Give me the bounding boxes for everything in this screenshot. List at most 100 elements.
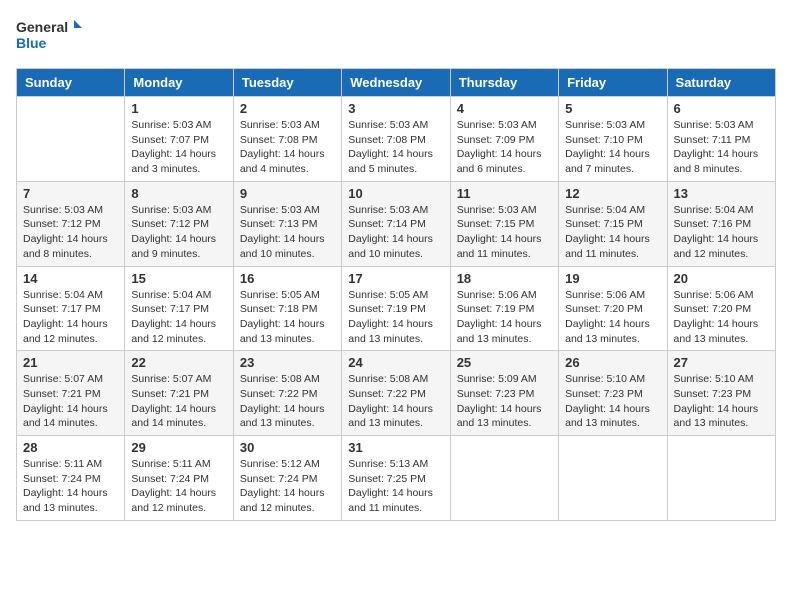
- day-number: 18: [457, 271, 552, 286]
- day-info: Sunrise: 5:04 AM Sunset: 7:16 PM Dayligh…: [674, 203, 769, 262]
- calendar-cell: 12 Sunrise: 5:04 AM Sunset: 7:15 PM Dayli…: [559, 181, 667, 266]
- calendar-cell: [559, 436, 667, 521]
- day-number: 5: [565, 101, 660, 116]
- day-number: 24: [348, 355, 443, 370]
- day-number: 6: [674, 101, 769, 116]
- page-header: General Blue: [16, 16, 776, 58]
- calendar-cell: 21 Sunrise: 5:07 AM Sunset: 7:21 PM Dayli…: [17, 351, 125, 436]
- col-header-monday: Monday: [125, 69, 233, 97]
- day-info: Sunrise: 5:04 AM Sunset: 7:17 PM Dayligh…: [131, 288, 226, 347]
- calendar-cell: 8Sunrise: 5:03 AM Sunset: 7:12 PM Daylig…: [125, 181, 233, 266]
- calendar-cell: 20 Sunrise: 5:06 AM Sunset: 7:20 PM Dayli…: [667, 266, 775, 351]
- calendar-cell: 16 Sunrise: 5:05 AM Sunset: 7:18 PM Dayli…: [233, 266, 341, 351]
- calendar-cell: 17 Sunrise: 5:05 AM Sunset: 7:19 PM Dayli…: [342, 266, 450, 351]
- day-info: Sunrise: 5:03 AM Sunset: 7:09 PM Dayligh…: [457, 118, 552, 177]
- calendar-week-row: 14 Sunrise: 5:04 AM Sunset: 7:17 PM Dayli…: [17, 266, 776, 351]
- day-info: Sunrise: 5:03 AM Sunset: 7:13 PM Dayligh…: [240, 203, 335, 262]
- day-info: Sunrise: 5:06 AM Sunset: 7:20 PM Dayligh…: [674, 288, 769, 347]
- day-info: Sunrise: 5:10 AM Sunset: 7:23 PM Dayligh…: [674, 372, 769, 431]
- day-info: Sunrise: 5:03 AM Sunset: 7:14 PM Dayligh…: [348, 203, 443, 262]
- day-number: 27: [674, 355, 769, 370]
- day-number: 12: [565, 186, 660, 201]
- day-number: 23: [240, 355, 335, 370]
- day-info: Sunrise: 5:03 AM Sunset: 7:10 PM Dayligh…: [565, 118, 660, 177]
- calendar-cell: [450, 436, 558, 521]
- day-number: 11: [457, 186, 552, 201]
- calendar-cell: 3 Sunrise: 5:03 AM Sunset: 7:08 PM Daylig…: [342, 97, 450, 182]
- day-number: 26: [565, 355, 660, 370]
- calendar-cell: 4 Sunrise: 5:03 AM Sunset: 7:09 PM Daylig…: [450, 97, 558, 182]
- calendar-cell: 30Sunrise: 5:12 AM Sunset: 7:24 PM Dayli…: [233, 436, 341, 521]
- day-info: Sunrise: 5:10 AM Sunset: 7:23 PM Dayligh…: [565, 372, 660, 431]
- day-number: 7: [23, 186, 118, 201]
- calendar-cell: 9 Sunrise: 5:03 AM Sunset: 7:13 PM Daylig…: [233, 181, 341, 266]
- calendar-cell: 10Sunrise: 5:03 AM Sunset: 7:14 PM Dayli…: [342, 181, 450, 266]
- day-number: 21: [23, 355, 118, 370]
- calendar-week-row: 7 Sunrise: 5:03 AM Sunset: 7:12 PM Daylig…: [17, 181, 776, 266]
- calendar-cell: 5 Sunrise: 5:03 AM Sunset: 7:10 PM Daylig…: [559, 97, 667, 182]
- day-info: Sunrise: 5:03 AM Sunset: 7:12 PM Dayligh…: [23, 203, 118, 262]
- day-number: 13: [674, 186, 769, 201]
- logo: General Blue: [16, 16, 86, 58]
- calendar-cell: 28 Sunrise: 5:11 AM Sunset: 7:24 PM Dayli…: [17, 436, 125, 521]
- day-number: 22: [131, 355, 226, 370]
- col-header-thursday: Thursday: [450, 69, 558, 97]
- day-info: Sunrise: 5:09 AM Sunset: 7:23 PM Dayligh…: [457, 372, 552, 431]
- calendar-cell: 6 Sunrise: 5:03 AM Sunset: 7:11 PM Daylig…: [667, 97, 775, 182]
- day-number: 16: [240, 271, 335, 286]
- day-number: 17: [348, 271, 443, 286]
- day-number: 14: [23, 271, 118, 286]
- col-header-saturday: Saturday: [667, 69, 775, 97]
- day-number: 8: [131, 186, 226, 201]
- calendar-cell: 1 Sunrise: 5:03 AM Sunset: 7:07 PM Daylig…: [125, 97, 233, 182]
- col-header-sunday: Sunday: [17, 69, 125, 97]
- calendar-table: SundayMondayTuesdayWednesdayThursdayFrid…: [16, 68, 776, 521]
- day-number: 25: [457, 355, 552, 370]
- calendar-cell: 25 Sunrise: 5:09 AM Sunset: 7:23 PM Dayli…: [450, 351, 558, 436]
- calendar-cell: 22 Sunrise: 5:07 AM Sunset: 7:21 PM Dayli…: [125, 351, 233, 436]
- calendar-cell: 24 Sunrise: 5:08 AM Sunset: 7:22 PM Dayli…: [342, 351, 450, 436]
- calendar-cell: 26 Sunrise: 5:10 AM Sunset: 7:23 PM Dayli…: [559, 351, 667, 436]
- day-info: Sunrise: 5:03 AM Sunset: 7:07 PM Dayligh…: [131, 118, 226, 177]
- calendar-cell: [17, 97, 125, 182]
- day-info: Sunrise: 5:04 AM Sunset: 7:17 PM Dayligh…: [23, 288, 118, 347]
- day-info: Sunrise: 5:11 AM Sunset: 7:24 PM Dayligh…: [131, 457, 226, 516]
- day-info: Sunrise: 5:08 AM Sunset: 7:22 PM Dayligh…: [348, 372, 443, 431]
- day-number: 19: [565, 271, 660, 286]
- day-number: 3: [348, 101, 443, 116]
- day-info: Sunrise: 5:08 AM Sunset: 7:22 PM Dayligh…: [240, 372, 335, 431]
- calendar-cell: 18 Sunrise: 5:06 AM Sunset: 7:19 PM Dayli…: [450, 266, 558, 351]
- day-info: Sunrise: 5:05 AM Sunset: 7:19 PM Dayligh…: [348, 288, 443, 347]
- calendar-cell: 31Sunrise: 5:13 AM Sunset: 7:25 PM Dayli…: [342, 436, 450, 521]
- svg-text:Blue: Blue: [16, 35, 47, 51]
- day-number: 29: [131, 440, 226, 455]
- day-info: Sunrise: 5:07 AM Sunset: 7:21 PM Dayligh…: [23, 372, 118, 431]
- calendar-cell: 2Sunrise: 5:03 AM Sunset: 7:08 PM Daylig…: [233, 97, 341, 182]
- day-number: 15: [131, 271, 226, 286]
- day-info: Sunrise: 5:03 AM Sunset: 7:11 PM Dayligh…: [674, 118, 769, 177]
- day-number: 9: [240, 186, 335, 201]
- day-number: 1: [131, 101, 226, 116]
- logo-svg: General Blue: [16, 16, 86, 58]
- day-info: Sunrise: 5:11 AM Sunset: 7:24 PM Dayligh…: [23, 457, 118, 516]
- calendar-cell: 13 Sunrise: 5:04 AM Sunset: 7:16 PM Dayli…: [667, 181, 775, 266]
- day-info: Sunrise: 5:06 AM Sunset: 7:20 PM Dayligh…: [565, 288, 660, 347]
- day-info: Sunrise: 5:03 AM Sunset: 7:08 PM Dayligh…: [240, 118, 335, 177]
- day-info: Sunrise: 5:03 AM Sunset: 7:15 PM Dayligh…: [457, 203, 552, 262]
- calendar-cell: 23 Sunrise: 5:08 AM Sunset: 7:22 PM Dayli…: [233, 351, 341, 436]
- day-info: Sunrise: 5:13 AM Sunset: 7:25 PM Dayligh…: [348, 457, 443, 516]
- day-info: Sunrise: 5:07 AM Sunset: 7:21 PM Dayligh…: [131, 372, 226, 431]
- svg-text:General: General: [16, 19, 68, 35]
- calendar-cell: 29 Sunrise: 5:11 AM Sunset: 7:24 PM Dayli…: [125, 436, 233, 521]
- day-number: 20: [674, 271, 769, 286]
- day-number: 30: [240, 440, 335, 455]
- day-number: 28: [23, 440, 118, 455]
- calendar-week-row: 1 Sunrise: 5:03 AM Sunset: 7:07 PM Daylig…: [17, 97, 776, 182]
- day-info: Sunrise: 5:06 AM Sunset: 7:19 PM Dayligh…: [457, 288, 552, 347]
- calendar-header-row: SundayMondayTuesdayWednesdayThursdayFrid…: [17, 69, 776, 97]
- day-info: Sunrise: 5:05 AM Sunset: 7:18 PM Dayligh…: [240, 288, 335, 347]
- day-number: 4: [457, 101, 552, 116]
- calendar-cell: 19 Sunrise: 5:06 AM Sunset: 7:20 PM Dayli…: [559, 266, 667, 351]
- day-info: Sunrise: 5:03 AM Sunset: 7:08 PM Dayligh…: [348, 118, 443, 177]
- day-info: Sunrise: 5:04 AM Sunset: 7:15 PM Dayligh…: [565, 203, 660, 262]
